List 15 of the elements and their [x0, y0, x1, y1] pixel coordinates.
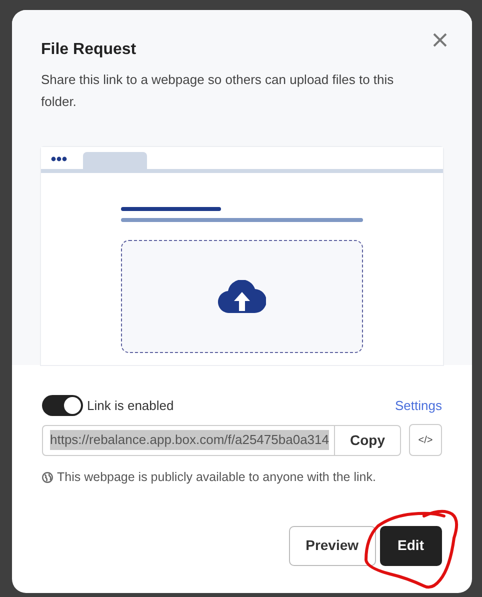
copy-button[interactable]: Copy: [335, 424, 401, 456]
edit-button[interactable]: Edit: [380, 526, 442, 566]
dialog-description: Share this link to a webpage so others can upload files to this folder.: [41, 71, 395, 112]
url-field[interactable]: https://rebalance.app.box.com/f/a25475ba0a314: [42, 424, 335, 456]
close-icon[interactable]: [432, 32, 448, 48]
public-notice: This webpage is publicly available to anyone with the link.: [57, 469, 376, 486]
link-toggle[interactable]: [42, 395, 83, 416]
preview-button[interactable]: Preview: [288, 526, 376, 566]
settings-link[interactable]: Settings: [395, 396, 442, 416]
toggle-label: Link is enabled: [87, 396, 174, 415]
embed-button[interactable]: </>: [409, 424, 442, 456]
globe-icon: [42, 472, 53, 483]
dialog-title: File Request: [41, 40, 138, 60]
cloud-upload-icon: [218, 280, 266, 314]
dots-icon: [51, 156, 67, 162]
